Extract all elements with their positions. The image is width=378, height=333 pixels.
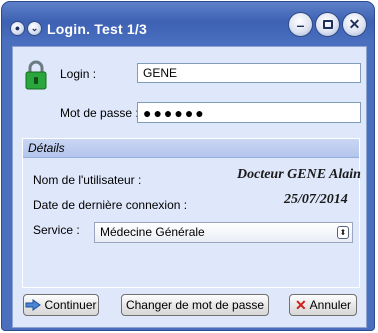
last-login-value: 25/07/2014	[284, 192, 348, 207]
title-bar[interactable]: ● ⌄ Login. Test 1/3 – ✕	[2, 2, 374, 44]
details-header: Détails	[23, 139, 359, 158]
minimize-icon[interactable]: –	[288, 12, 313, 37]
change-password-label: Changer de mot de passe	[125, 298, 265, 312]
password-label: Mot de passe :	[60, 106, 139, 120]
login-window: ● ⌄ Login. Test 1/3 – ✕ Login : GENE Mot…	[1, 1, 375, 331]
close-icon[interactable]: ✕	[342, 12, 367, 37]
last-login-label: Date de dernière connexion :	[33, 198, 188, 212]
password-input[interactable]: ●●●●●●	[137, 102, 361, 123]
chevron-down-icon[interactable]: ⬍	[337, 226, 349, 239]
service-select-value: Médecine Générale	[100, 225, 205, 239]
lock-icon	[25, 60, 47, 90]
user-name-label: Nom de l'utilisateur :	[33, 173, 142, 187]
password-input-value: ●●●●●●	[143, 104, 206, 121]
login-input-value: GENE	[143, 66, 178, 80]
continue-button[interactable]: Continuer	[23, 294, 99, 316]
menu-icon[interactable]: ●	[10, 21, 25, 36]
cancel-label: Annuler	[309, 298, 352, 312]
arrow-right-icon	[25, 299, 42, 311]
details-group: Détails	[22, 138, 360, 288]
cancel-button[interactable]: ✕ Annuler	[289, 294, 357, 316]
service-select[interactable]: Médecine Générale ⬍	[94, 222, 353, 243]
continue-label: Continuer	[44, 298, 97, 312]
window-title: Login. Test 1/3	[47, 21, 147, 37]
login-input[interactable]: GENE	[137, 63, 361, 83]
cancel-icon: ✕	[294, 297, 307, 313]
client-area: Login : GENE Mot de passe : ●●●●●● Détai…	[12, 46, 367, 328]
maximize-icon[interactable]	[315, 12, 340, 37]
login-label: Login :	[60, 67, 97, 81]
service-label: Service :	[33, 223, 80, 237]
user-name-value: Docteur GENE Alain	[237, 167, 361, 182]
change-password-button[interactable]: Changer de mot de passe	[121, 294, 269, 316]
chevron-down-icon[interactable]: ⌄	[27, 21, 42, 36]
